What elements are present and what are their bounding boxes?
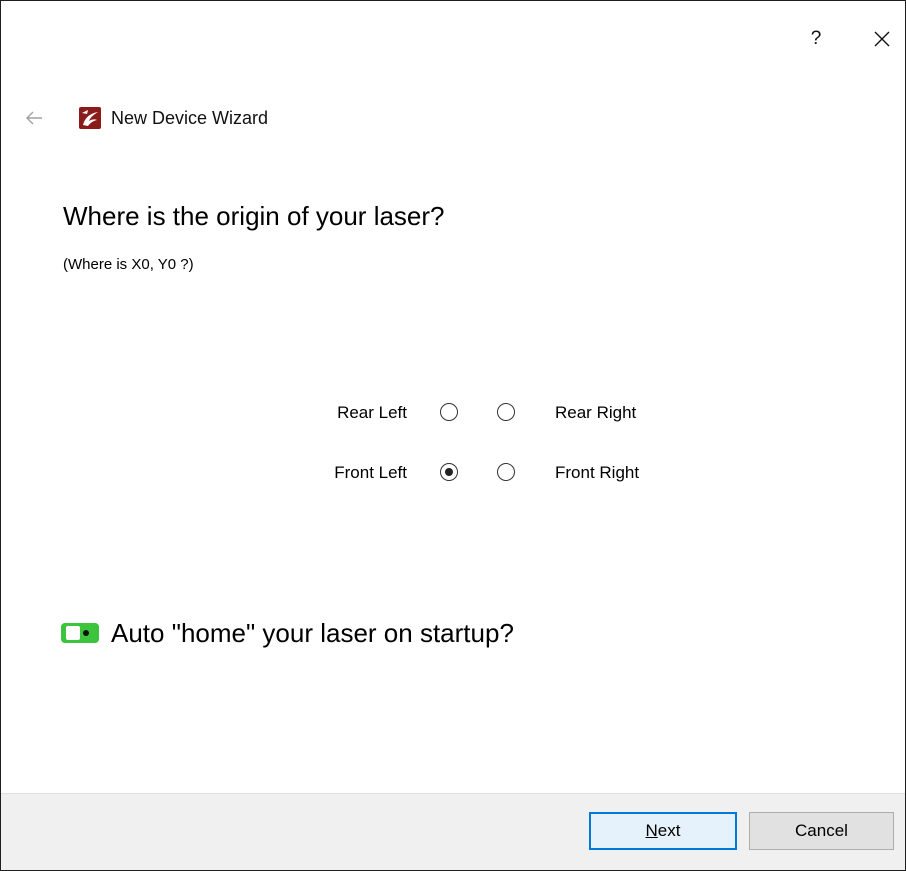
app-logo-icon — [79, 107, 101, 129]
toggle-knob — [66, 626, 80, 640]
front-right-radio[interactable] — [497, 463, 515, 481]
wizard-header: New Device Wizard — [23, 101, 268, 135]
radio-selected-dot — [444, 467, 453, 476]
close-button[interactable] — [859, 23, 905, 55]
toggle-indicator-dot — [83, 630, 89, 636]
question-title: Where is the origin of your laser? — [63, 201, 445, 231]
auto-home-label: Auto "home" your laser on startup? — [111, 617, 514, 648]
close-icon — [874, 31, 890, 47]
back-arrow-icon — [26, 111, 42, 125]
next-label-rest: ext — [657, 821, 681, 840]
origin-selector: Rear Left Rear Right Front Left Front Ri… — [291, 393, 691, 513]
next-button[interactable]: Next — [589, 812, 737, 850]
wizard-footer: Next Cancel — [1, 793, 905, 870]
front-right-label: Front Right — [555, 463, 640, 482]
auto-home-row: Auto "home" your laser on startup? — [61, 613, 514, 653]
auto-home-toggle[interactable] — [61, 623, 99, 643]
next-accelerator: N — [645, 821, 658, 840]
origin-row-front: Front Left Front Right — [291, 453, 691, 513]
origin-row-rear: Rear Left Rear Right — [291, 393, 691, 453]
wizard-title: New Device Wizard — [111, 107, 269, 128]
front-left-radio[interactable] — [440, 463, 458, 481]
wizard-window: ? New Device Wizard Where is the origin … — [0, 0, 906, 871]
question-subtitle: (Where is X0, Y0 ?) — [63, 256, 194, 273]
rear-right-label: Rear Right — [555, 403, 637, 422]
rear-left-radio[interactable] — [440, 403, 458, 421]
rear-right-radio[interactable] — [497, 403, 515, 421]
title-bar-controls: ? — [793, 23, 905, 55]
help-button[interactable]: ? — [793, 23, 839, 55]
front-left-label: Front Left — [334, 463, 407, 482]
rear-left-label: Rear Left — [337, 403, 407, 422]
cancel-button[interactable]: Cancel — [749, 812, 894, 850]
back-button[interactable] — [23, 107, 45, 129]
